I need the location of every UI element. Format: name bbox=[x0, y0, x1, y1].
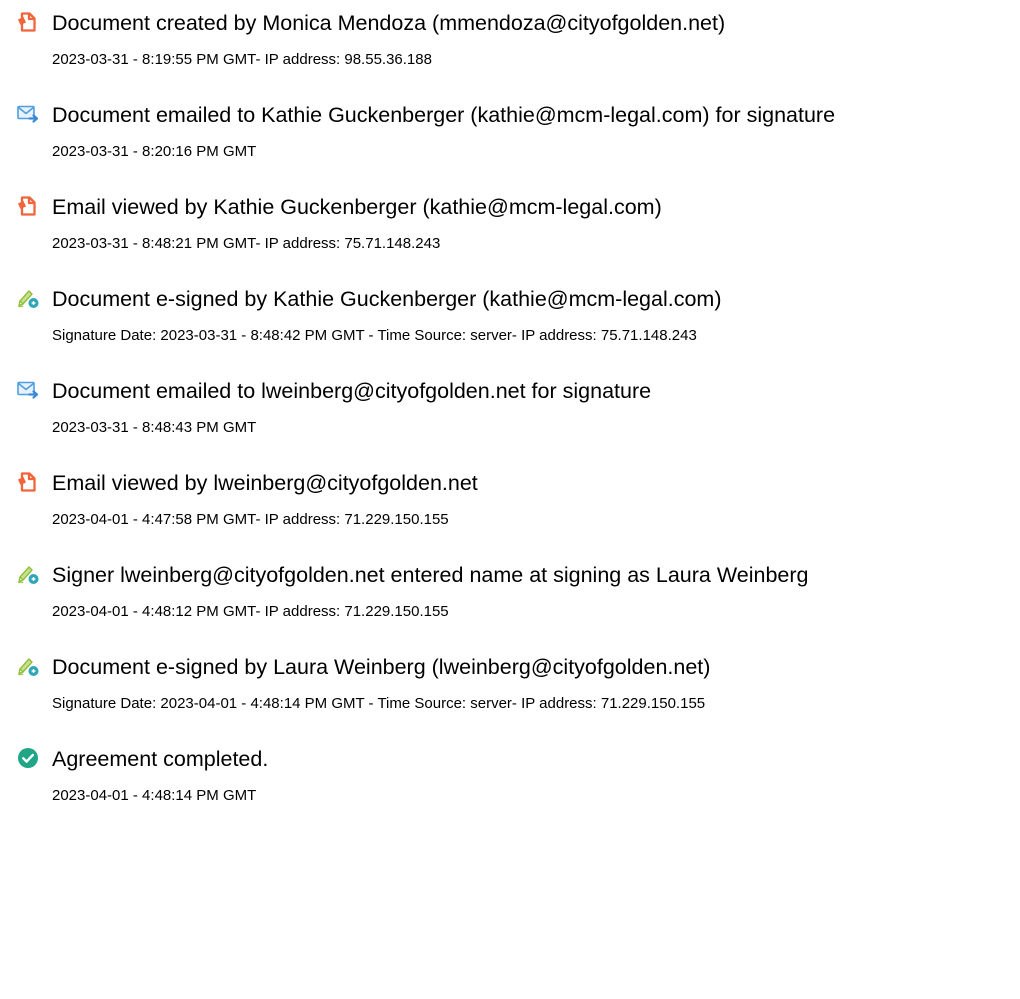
event-detail: 2023-03-31 - 8:48:21 PM GMT- IP address:… bbox=[52, 235, 441, 252]
event-detail: 2023-04-01 - 4:47:58 PM GMT- IP address:… bbox=[52, 511, 449, 528]
event-item: Document emailed to lweinberg@cityofgold… bbox=[0, 379, 1020, 469]
event-detail: 2023-04-01 - 4:48:12 PM GMT- IP address:… bbox=[52, 603, 449, 620]
document-icon bbox=[17, 11, 39, 33]
event-item: Document e-signed by Kathie Guckenberger… bbox=[0, 287, 1020, 377]
document-icon bbox=[17, 471, 39, 493]
check-circle-icon bbox=[17, 747, 39, 769]
event-title: Document e-signed by Kathie Guckenberger… bbox=[52, 287, 722, 311]
e-sign-icon bbox=[17, 287, 39, 309]
event-item: Agreement completed. 2023-04-01 - 4:48:1… bbox=[0, 747, 1020, 837]
event-title: Signer lweinberg@cityofgolden.net entere… bbox=[52, 563, 809, 587]
event-detail: 2023-03-31 - 8:48:43 PM GMT bbox=[52, 419, 257, 436]
event-title: Document e-signed by Laura Weinberg (lwe… bbox=[52, 655, 711, 679]
event-title: Email viewed by Kathie Guckenberger (kat… bbox=[52, 195, 662, 219]
event-title: Agreement completed. bbox=[52, 747, 269, 771]
event-item: Document created by Monica Mendoza (mmen… bbox=[0, 11, 1020, 101]
e-sign-icon bbox=[17, 655, 39, 677]
event-item: Email viewed by lweinberg@cityofgolden.n… bbox=[0, 471, 1020, 561]
event-detail: 2023-04-01 - 4:48:14 PM GMT bbox=[52, 787, 257, 804]
event-title: Document created by Monica Mendoza (mmen… bbox=[52, 11, 726, 35]
event-detail: 2023-03-31 - 8:20:16 PM GMT bbox=[52, 143, 257, 160]
event-detail: 2023-03-31 - 8:19:55 PM GMT- IP address:… bbox=[52, 51, 432, 68]
event-item: Document e-signed by Laura Weinberg (lwe… bbox=[0, 655, 1020, 745]
email-sent-icon bbox=[17, 103, 39, 125]
event-item: Document emailed to Kathie Guckenberger … bbox=[0, 103, 1020, 193]
event-detail: Signature Date: 2023-04-01 - 4:48:14 PM … bbox=[52, 695, 706, 712]
document-icon bbox=[17, 195, 39, 217]
email-sent-icon bbox=[17, 379, 39, 401]
event-title: Email viewed by lweinberg@cityofgolden.n… bbox=[52, 471, 478, 495]
event-title: Document emailed to Kathie Guckenberger … bbox=[52, 103, 836, 127]
e-sign-icon bbox=[17, 563, 39, 585]
event-item: Email viewed by Kathie Guckenberger (kat… bbox=[0, 195, 1020, 285]
event-item: Signer lweinberg@cityofgolden.net entere… bbox=[0, 563, 1020, 653]
event-detail: Signature Date: 2023-03-31 - 8:48:42 PM … bbox=[52, 327, 697, 344]
event-title: Document emailed to lweinberg@cityofgold… bbox=[52, 379, 652, 403]
